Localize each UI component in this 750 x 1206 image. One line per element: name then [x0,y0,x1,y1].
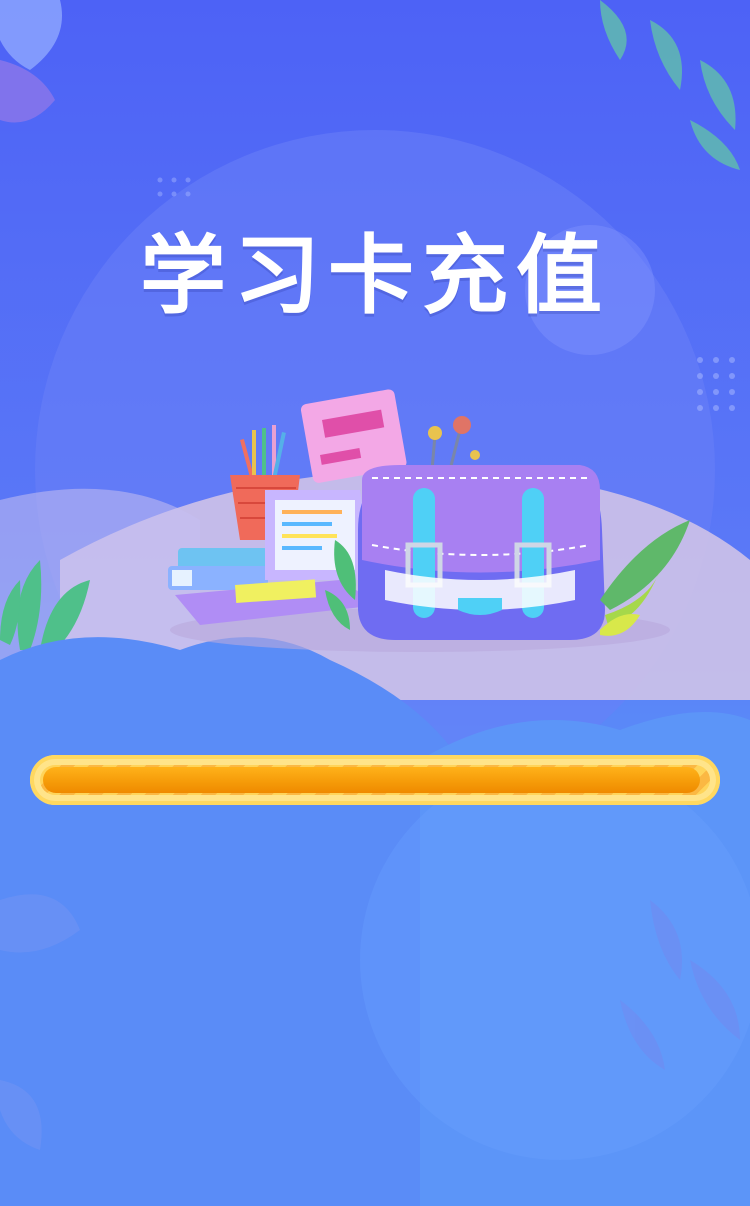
school-supplies-illustration [168,389,690,652]
plant-right [600,520,690,636]
progress-bar [30,755,720,805]
progress-fill [43,767,701,793]
books-icon [168,548,268,590]
page-title: 学习卡充值 [140,226,610,326]
progress-track [40,765,710,795]
